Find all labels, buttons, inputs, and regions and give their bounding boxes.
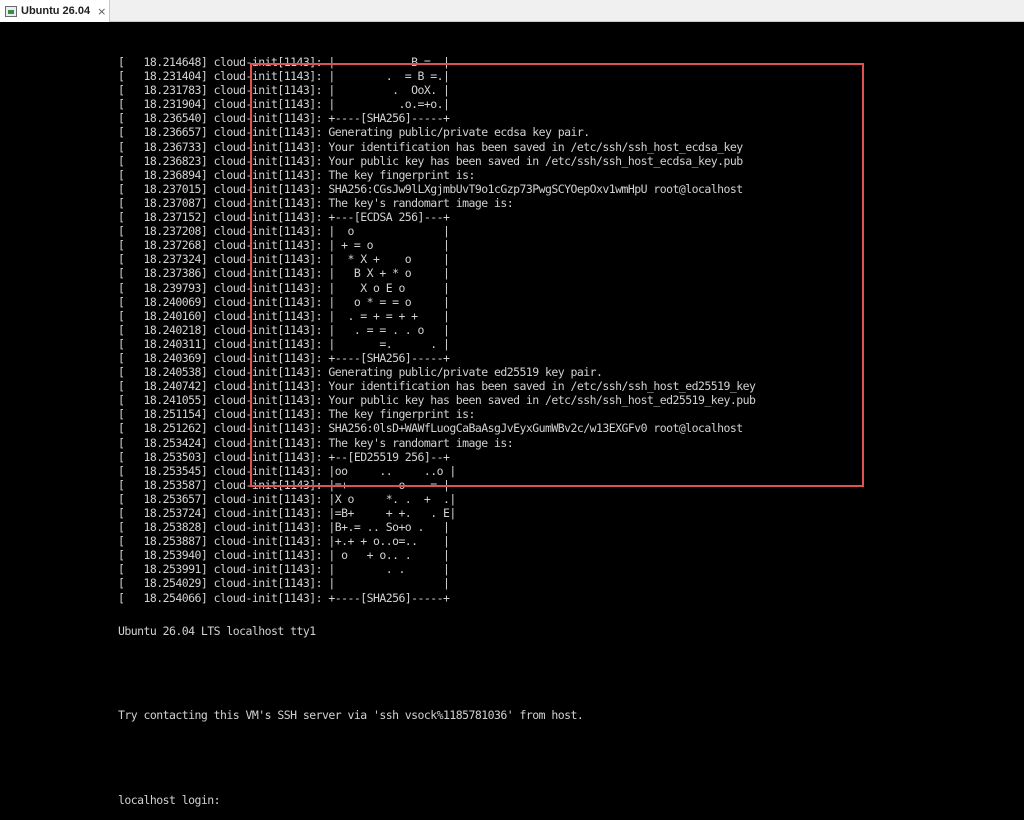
log-line: [ 18.253828] cloud-init[1143]: |B+.= .. …	[118, 520, 450, 535]
log-line: [ 18.240311] cloud-init[1143]: | =. . |	[118, 336, 450, 351]
log-line: [ 18.237324] cloud-init[1143]: | * X + o…	[118, 252, 450, 267]
log-line: [ 18.214648] cloud-init[1143]: | B = |	[118, 55, 450, 69]
log-line: [ 18.253657] cloud-init[1143]: |X o *. .…	[118, 491, 456, 506]
log-line: [ 18.241055] cloud-init[1143]: Your publ…	[118, 393, 756, 408]
log-line: [ 18.253991] cloud-init[1143]: | . . |	[118, 562, 450, 577]
vm-monitor-icon	[5, 5, 17, 17]
log-line: [ 18.240069] cloud-init[1143]: | o * = =…	[118, 294, 450, 309]
log-line: [ 18.240538] cloud-init[1143]: Generatin…	[118, 365, 603, 380]
log-line: [ 18.236823] cloud-init[1143]: Your publ…	[118, 153, 743, 168]
log-line: [ 18.253424] cloud-init[1143]: The key's…	[118, 435, 514, 450]
log-line: [ 18.237087] cloud-init[1143]: The key's…	[118, 195, 514, 210]
log-line: [ 18.236540] cloud-init[1143]: +----[SHA…	[118, 111, 450, 126]
log-line: [ 18.231904] cloud-init[1143]: | .o.=+o.…	[118, 97, 450, 112]
log-line: [ 18.253587] cloud-init[1143]: |=+ o = |	[118, 477, 450, 492]
log-line: [ 18.240218] cloud-init[1143]: | . = = .…	[118, 322, 450, 337]
log-line: [ 18.237268] cloud-init[1143]: | + = o |	[118, 238, 450, 253]
log-line: [ 18.253724] cloud-init[1143]: |=B+ + +.…	[118, 506, 456, 520]
log-line: [ 18.237208] cloud-init[1143]: | o |	[118, 224, 450, 239]
log-line: [ 18.240742] cloud-init[1143]: Your iden…	[118, 379, 756, 394]
log-line: [ 18.251262] cloud-init[1143]: SHA256:0l…	[118, 421, 743, 436]
log-line: [ 18.237015] cloud-init[1143]: SHA256:CG…	[118, 181, 743, 196]
log-line: [ 18.253887] cloud-init[1143]: |+.+ + o.…	[118, 534, 450, 549]
log-line: [ 18.236733] cloud-init[1143]: Your iden…	[118, 139, 743, 154]
log-line: [ 18.254029] cloud-init[1143]: | |	[118, 576, 450, 591]
log-line: [ 18.236894] cloud-init[1143]: The key f…	[118, 167, 475, 182]
log-line: [ 18.237386] cloud-init[1143]: | B X + *…	[118, 266, 450, 281]
log-line: [ 18.237152] cloud-init[1143]: +---[ECDS…	[118, 210, 450, 225]
close-tab-icon[interactable]: ×	[97, 6, 106, 17]
vm-tab-title: Ubuntu 26.04	[21, 5, 91, 17]
log-line: [ 18.253545] cloud-init[1143]: |oo .. ..…	[118, 463, 456, 478]
log-line: [ 18.253940] cloud-init[1143]: | o + o..…	[118, 548, 450, 563]
ssh-hint: Try contacting this VM's SSH server via …	[118, 708, 584, 722]
boot-log: [ 18.214648] cloud-init[1143]: | B = |[ …	[118, 55, 756, 605]
log-line: [ 18.239793] cloud-init[1143]: | X o E o…	[118, 280, 450, 295]
console-footer: Ubuntu 26.04 LTS localhost tty1 Try cont…	[118, 596, 584, 820]
log-line: [ 18.231783] cloud-init[1143]: | . OoX. …	[118, 83, 450, 98]
text-cursor	[220, 792, 227, 804]
tab-bar: Ubuntu 26.04 ×	[0, 0, 1024, 22]
log-line: [ 18.231404] cloud-init[1143]: | . = B =…	[118, 69, 450, 84]
log-line: [ 18.240160] cloud-init[1143]: | . = + =…	[118, 308, 450, 323]
login-prompt-line[interactable]: localhost login:	[118, 792, 583, 807]
vm-tab[interactable]: Ubuntu 26.04 ×	[0, 0, 110, 22]
tty-banner: Ubuntu 26.04 LTS localhost tty1	[118, 624, 316, 638]
log-line: [ 18.236657] cloud-init[1143]: Generatin…	[118, 125, 590, 140]
log-line: [ 18.253503] cloud-init[1143]: +--[ED255…	[118, 449, 450, 464]
log-line: [ 18.251154] cloud-init[1143]: The key f…	[118, 407, 475, 422]
log-line: [ 18.240369] cloud-init[1143]: +----[SHA…	[118, 350, 450, 365]
login-prompt: localhost login:	[118, 793, 221, 807]
